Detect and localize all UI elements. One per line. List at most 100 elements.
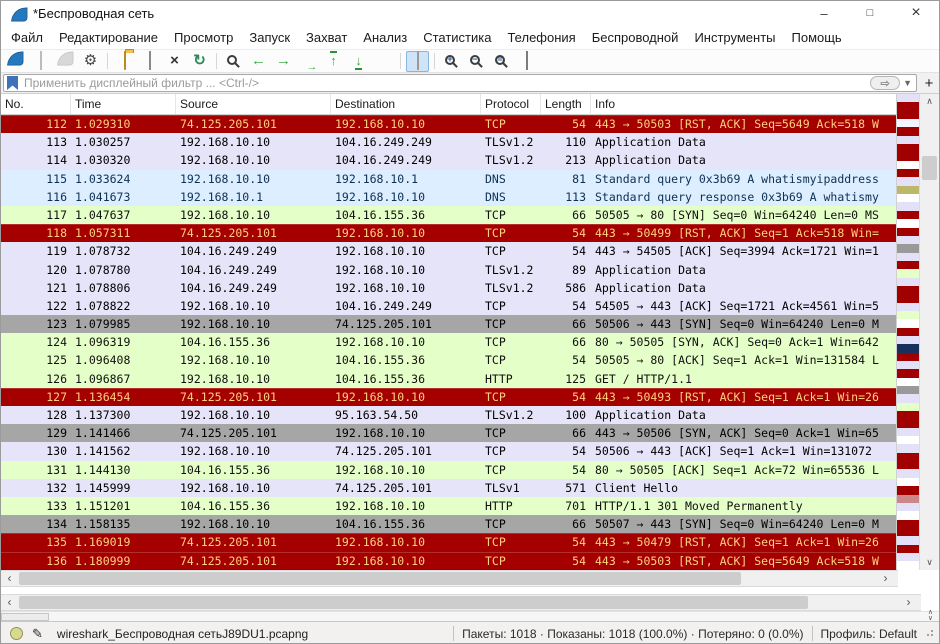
menu-analyze[interactable]: Анализ xyxy=(355,27,415,48)
scroll-up-icon[interactable]: ∧ xyxy=(920,96,939,107)
find-packet-icon xyxy=(227,52,240,70)
column-header-destination[interactable]: Destination xyxy=(331,94,481,114)
packet-row[interactable]: 1161.041673192.168.10.1192.168.10.10DNS1… xyxy=(1,188,896,206)
packet-row[interactable]: 1331.151201104.16.155.36192.168.10.10HTT… xyxy=(1,497,896,515)
menu-go[interactable]: Запуск xyxy=(241,27,298,48)
save-file-button[interactable] xyxy=(138,51,161,72)
scroll-right-icon[interactable]: › xyxy=(877,571,894,586)
hscroll-thumb[interactable] xyxy=(19,596,808,609)
packet-row[interactable]: 1341.158135192.168.10.10104.16.155.36TCP… xyxy=(1,515,896,533)
packet-row[interactable]: 1151.033624192.168.10.10192.168.10.1DNS8… xyxy=(1,170,896,188)
cell-length: 66 xyxy=(541,424,591,442)
go-back-button[interactable]: ← xyxy=(247,51,270,72)
packet-row[interactable]: 1261.096867192.168.10.10104.16.155.36HTT… xyxy=(1,370,896,388)
packet-row[interactable]: 1121.02931074.125.205.101192.168.10.10TC… xyxy=(1,115,896,133)
restart-capture-button[interactable] xyxy=(54,51,77,72)
display-filter-input[interactable] xyxy=(22,75,870,91)
menu-help[interactable]: Помощь xyxy=(784,27,850,48)
capture-options-button[interactable]: ⚙ xyxy=(79,51,102,72)
packet-row[interactable]: 1201.078780104.16.249.249192.168.10.10TL… xyxy=(1,261,896,279)
packet-row[interactable]: 1361.18099974.125.205.101192.168.10.10TC… xyxy=(1,552,896,570)
minimap-stripe xyxy=(897,336,919,344)
vertical-scrollbar[interactable]: ∧ ∨ xyxy=(919,94,939,570)
go-forward-button[interactable]: → xyxy=(272,51,295,72)
column-header-info[interactable]: Info xyxy=(591,94,896,114)
column-header-protocol[interactable]: Protocol xyxy=(481,94,541,114)
minimap-stripe xyxy=(897,553,919,561)
packet-row[interactable]: 1291.14146674.125.205.101192.168.10.10TC… xyxy=(1,424,896,442)
hscroll-thumb[interactable] xyxy=(19,572,741,585)
vertical-scroll-thumb[interactable] xyxy=(922,156,937,180)
add-filter-button-plus[interactable]: + xyxy=(921,74,937,92)
resize-columns-button[interactable] xyxy=(515,51,538,72)
normal-size-button[interactable]: = xyxy=(490,51,513,72)
detail-pane-hscrollbar[interactable]: ‹ › xyxy=(1,594,921,611)
go-first-packet-button[interactable]: ↑ xyxy=(322,51,345,72)
menu-view[interactable]: Просмотр xyxy=(166,27,241,48)
maximize-button[interactable]: □ xyxy=(847,1,893,25)
apply-filter-button[interactable]: ⇨ xyxy=(870,76,900,90)
reload-file-button[interactable]: ↻ xyxy=(188,51,211,72)
open-file-button[interactable] xyxy=(113,51,136,72)
packet-row[interactable]: 1271.13645474.125.205.101192.168.10.10TC… xyxy=(1,388,896,406)
stop-capture-button[interactable] xyxy=(29,51,52,72)
capture-comment-icon[interactable]: ✎ xyxy=(32,626,43,642)
menu-file[interactable]: Файл xyxy=(3,27,51,48)
menu-edit[interactable]: Редактирование xyxy=(51,27,166,48)
packet-row[interactable]: 1191.078732104.16.249.249192.168.10.10TC… xyxy=(1,242,896,260)
intelligent-scrollbar-minimap[interactable] xyxy=(896,94,919,570)
column-header-length[interactable]: Length xyxy=(541,94,591,114)
packet-row[interactable]: 1301.141562192.168.10.1074.125.205.101TC… xyxy=(1,442,896,460)
scroll-down-icon[interactable]: ∨ xyxy=(920,557,939,568)
profile-text[interactable]: Профиль: Default xyxy=(821,627,918,641)
packet-row[interactable]: 1131.030257192.168.10.10104.16.249.249TL… xyxy=(1,133,896,151)
zoom-in-icon: + xyxy=(445,52,458,70)
packet-row[interactable]: 1251.096408192.168.10.10104.16.155.36TCP… xyxy=(1,351,896,369)
zoom-in-button[interactable]: + xyxy=(440,51,463,72)
packet-row[interactable]: 1171.047637192.168.10.10104.16.155.36TCP… xyxy=(1,206,896,224)
cell-info: 80 → 50505 [ACK] Seq=1 Ack=72 Win=65536 … xyxy=(591,461,896,479)
packet-row[interactable]: 1221.078822192.168.10.10104.16.249.249TC… xyxy=(1,297,896,315)
close-file-button[interactable]: × xyxy=(163,51,186,72)
packet-row[interactable]: 1321.145999192.168.10.1074.125.205.101TL… xyxy=(1,479,896,497)
go-last-packet-button[interactable]: ↓ xyxy=(347,51,370,72)
scroll-left-icon[interactable]: ‹ xyxy=(1,595,18,610)
scroll-left-icon[interactable]: ‹ xyxy=(1,571,18,586)
column-header-no[interactable]: No. xyxy=(1,94,71,114)
filter-bookmark-icon[interactable] xyxy=(7,76,18,90)
packet-row[interactable]: 1181.05731174.125.205.101192.168.10.10TC… xyxy=(1,224,896,242)
zoom-out-button[interactable]: − xyxy=(465,51,488,72)
expert-info-icon[interactable] xyxy=(10,627,23,640)
find-packet-button[interactable] xyxy=(222,51,245,72)
menu-statistics[interactable]: Статистика xyxy=(415,27,499,48)
resize-grip-icon[interactable] xyxy=(925,630,933,638)
packet-row[interactable]: 1311.144130104.16.155.36192.168.10.10TCP… xyxy=(1,461,896,479)
cell-time: 1.057311 xyxy=(71,224,176,242)
colorize-button[interactable] xyxy=(406,51,429,72)
packet-row[interactable]: 1141.030320192.168.10.10104.16.249.249TL… xyxy=(1,151,896,169)
packet-row[interactable]: 1231.079985192.168.10.1074.125.205.101TC… xyxy=(1,315,896,333)
column-header-source[interactable]: Source xyxy=(176,94,331,114)
menu-tools[interactable]: Инструменты xyxy=(686,27,783,48)
scroll-right-icon[interactable]: › xyxy=(900,595,917,610)
go-to-packet-button[interactable]: → xyxy=(297,51,320,72)
column-header-time[interactable]: Time xyxy=(71,94,176,114)
open-file-icon xyxy=(124,52,126,70)
auto-scroll-button[interactable] xyxy=(372,51,395,72)
menu-wireless[interactable]: Беспроводной xyxy=(584,27,687,48)
minimap-stripe xyxy=(897,186,919,194)
packet-row[interactable]: 1211.078806104.16.249.249192.168.10.10TL… xyxy=(1,279,896,297)
menu-capture[interactable]: Захват xyxy=(298,27,355,48)
cell-time: 1.078806 xyxy=(71,279,176,297)
packet-row[interactable]: 1351.16901974.125.205.101192.168.10.10TC… xyxy=(1,533,896,551)
cell-length: 54 xyxy=(541,442,591,460)
minimize-button[interactable]: – xyxy=(801,1,847,25)
filter-dropdown-caret-icon[interactable]: ▼ xyxy=(903,78,912,88)
minimap-stripe xyxy=(897,561,919,569)
packet-row[interactable]: 1241.096319104.16.155.36192.168.10.10TCP… xyxy=(1,333,896,351)
packet-list-hscrollbar[interactable]: ‹ › xyxy=(1,570,898,587)
packet-row[interactable]: 1281.137300192.168.10.1095.163.54.50TLSv… xyxy=(1,406,896,424)
menu-telephony[interactable]: Телефония xyxy=(499,27,583,48)
start-capture-button[interactable] xyxy=(4,51,27,72)
close-button[interactable]: × xyxy=(893,1,939,25)
